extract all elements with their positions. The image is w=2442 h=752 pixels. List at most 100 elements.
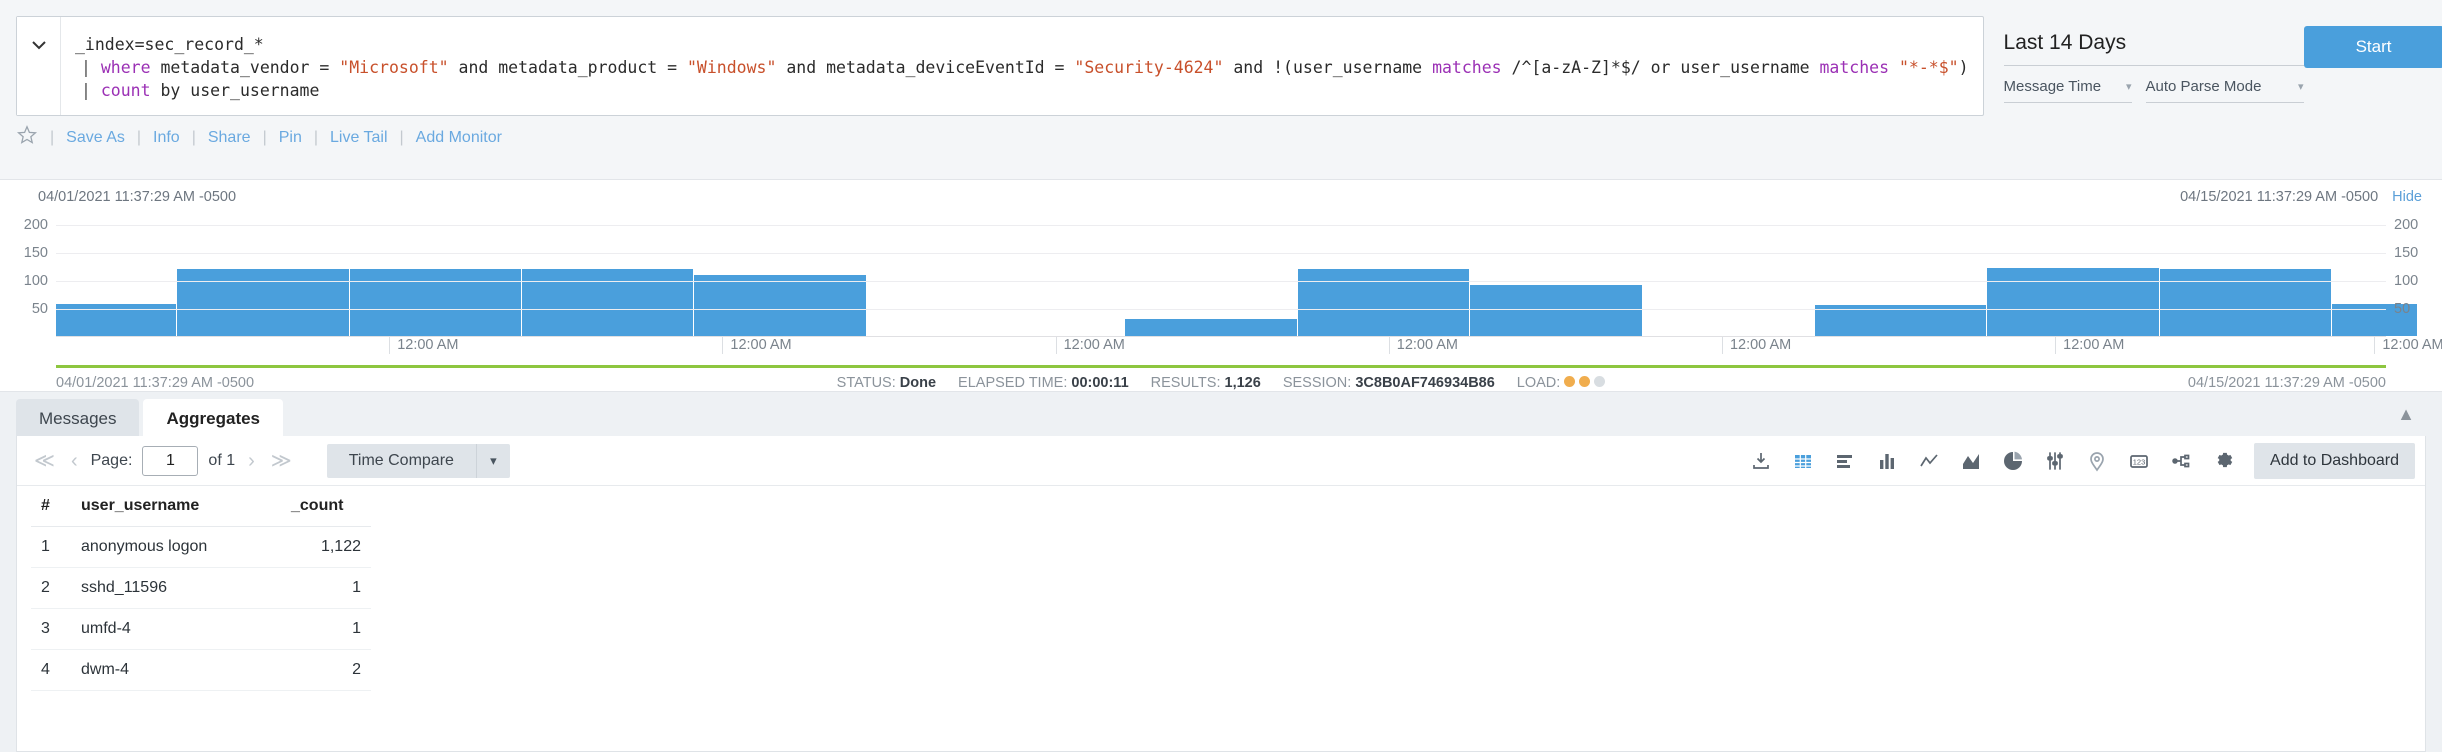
y-axis-tick: 150 [2386,245,2418,261]
histogram-bar[interactable] [694,275,866,336]
table-cell: umfd-4 [71,609,281,650]
results-toolbar: ≪ ‹ Page: of 1 › ≫ Time Compare ▾ 123 Add… [17,436,2425,486]
action-link-live-tail[interactable]: Live Tail [318,129,400,147]
x-axis-tick: 12:00 AM [2055,337,2124,354]
action-link-add-monitor[interactable]: Add Monitor [404,129,514,147]
histogram-end-time: 04/15/2021 11:37:29 AM -0500 [2180,189,2378,205]
histogram-bar[interactable] [1298,269,1470,336]
node-graph-icon[interactable] [2160,443,2202,479]
time-compare-dropdown[interactable]: ▾ [476,444,510,478]
sliders-icon[interactable] [2034,443,2076,479]
status-label: STATUS: [837,375,896,391]
double-chevron-right-icon[interactable]: ≫ [268,451,295,471]
y-axis-tick: 100 [2386,273,2418,289]
visualization-toolbar: 123 Add to Dashboard [1740,443,2415,479]
histogram-bar[interactable] [522,269,694,336]
elapsed-label: ELAPSED TIME: [958,375,1067,391]
start-button[interactable]: Start [2304,26,2442,68]
search-page: _index=sec_record_*| where metadata_vend… [0,0,2442,752]
query-actions: |Save As|Info|Share|Pin|Live Tail|Add Mo… [16,124,514,151]
query-collapse-toggle[interactable] [17,17,61,115]
y-axis-tick: 50 [2386,301,2410,317]
time-type-label: Message Time [2004,78,2102,95]
time-compare-button[interactable]: Time Compare [327,444,476,478]
time-compare-group: Time Compare ▾ [327,444,510,478]
status-bar: 04/01/2021 11:37:29 AM -0500 STATUS: Don… [56,375,2386,391]
gear-icon[interactable] [2202,443,2244,479]
histogram-bar[interactable] [1470,285,1642,336]
star-outline-icon[interactable] [16,124,38,151]
session-field: SESSION: 3C8B0AF746934B86 [1283,375,1495,391]
histogram-bar[interactable] [177,269,349,336]
y-axis-tick: 150 [24,245,56,261]
action-link-share[interactable]: Share [196,129,263,147]
action-link-save-as[interactable]: Save As [54,129,137,147]
histogram-header: 04/01/2021 11:37:29 AM -0500 04/15/2021 … [16,180,2426,209]
chevron-right-icon[interactable]: › [245,451,258,471]
table-column-header[interactable]: _count [281,486,371,527]
time-type-select[interactable]: Message Time ▾ [2004,78,2132,103]
area-chart-icon[interactable] [1950,443,1992,479]
table-row[interactable]: 4dwm-42 [31,650,371,691]
grid-line [56,281,2386,282]
y-axis-tick: 100 [24,273,56,289]
load-dot [1594,376,1605,387]
action-link-pin[interactable]: Pin [267,129,314,147]
query-bar: _index=sec_record_*| where metadata_vend… [0,0,2442,180]
hide-histogram-link[interactable]: Hide [2392,189,2422,205]
table-cell: 1 [281,568,371,609]
action-link-info[interactable]: Info [141,129,192,147]
load-label: LOAD: [1517,375,1561,391]
table-row[interactable]: 2sshd_115961 [31,568,371,609]
parse-mode-select[interactable]: Auto Parse Mode ▾ [2146,78,2304,103]
table-column-header[interactable]: # [31,486,71,527]
single-value-icon[interactable]: 123 [2118,443,2160,479]
grid-line [56,253,2386,254]
table-icon[interactable] [1782,443,1824,479]
page-input[interactable] [142,446,198,476]
table-cell: 1 [31,527,71,568]
bar-horizontal-icon[interactable] [1824,443,1866,479]
tab-aggregates[interactable]: Aggregates [143,399,283,437]
query-input[interactable]: _index=sec_record_*| where metadata_vend… [61,17,1983,115]
load-dot [1579,376,1590,387]
histogram-chart[interactable]: 2002001501501001005050 [56,211,2386,337]
table-row[interactable]: 3umfd-41 [31,609,371,650]
y-axis-tick: 50 [32,301,56,317]
histogram-panel: 04/01/2021 11:37:29 AM -0500 04/15/2021 … [0,180,2442,392]
line-chart-icon[interactable] [1908,443,1950,479]
chevron-down-icon: ▾ [2298,80,2304,93]
table-cell: sshd_11596 [71,568,281,609]
y-axis-tick: 200 [24,217,56,233]
table-row[interactable]: 1anonymous logon1,122 [31,527,371,568]
table-cell: 2 [31,568,71,609]
histogram-bar[interactable] [1125,319,1297,336]
histogram-bar[interactable] [1815,305,1987,336]
table-column-header[interactable]: user_username [71,486,281,527]
pie-chart-icon[interactable] [1992,443,2034,479]
histogram-bar[interactable] [350,269,522,336]
grid-line [56,309,2386,310]
column-chart-icon[interactable] [1866,443,1908,479]
parse-mode-label: Auto Parse Mode [2146,78,2262,95]
add-to-dashboard-button[interactable]: Add to Dashboard [2254,443,2415,479]
status-field: STATUS: Done [837,375,936,391]
tab-messages[interactable]: Messages [16,399,139,437]
chevron-left-icon[interactable]: ‹ [68,451,81,471]
results-value: 1,126 [1225,375,1261,391]
query-editor[interactable]: _index=sec_record_*| where metadata_vend… [16,16,1984,116]
results-label: RESULTS: [1151,375,1221,391]
y-axis-tick: 200 [2386,217,2418,233]
map-pin-icon[interactable] [2076,443,2118,479]
double-chevron-left-icon[interactable]: ≪ [31,451,58,471]
histogram-bar[interactable] [2160,269,2332,336]
table-cell: 1 [281,609,371,650]
chevron-up-icon[interactable]: ▲ [2397,404,2415,425]
table-cell: 3 [31,609,71,650]
pagination: ≪ ‹ Page: of 1 › ≫ Time Compare ▾ [31,444,510,478]
histogram-bar[interactable] [1987,268,2159,336]
x-axis-tick: 12:00 AM [722,337,791,354]
status-value: Done [900,375,936,391]
download-icon[interactable] [1740,443,1782,479]
time-range-input[interactable]: Last 14 Days [2004,30,2304,66]
